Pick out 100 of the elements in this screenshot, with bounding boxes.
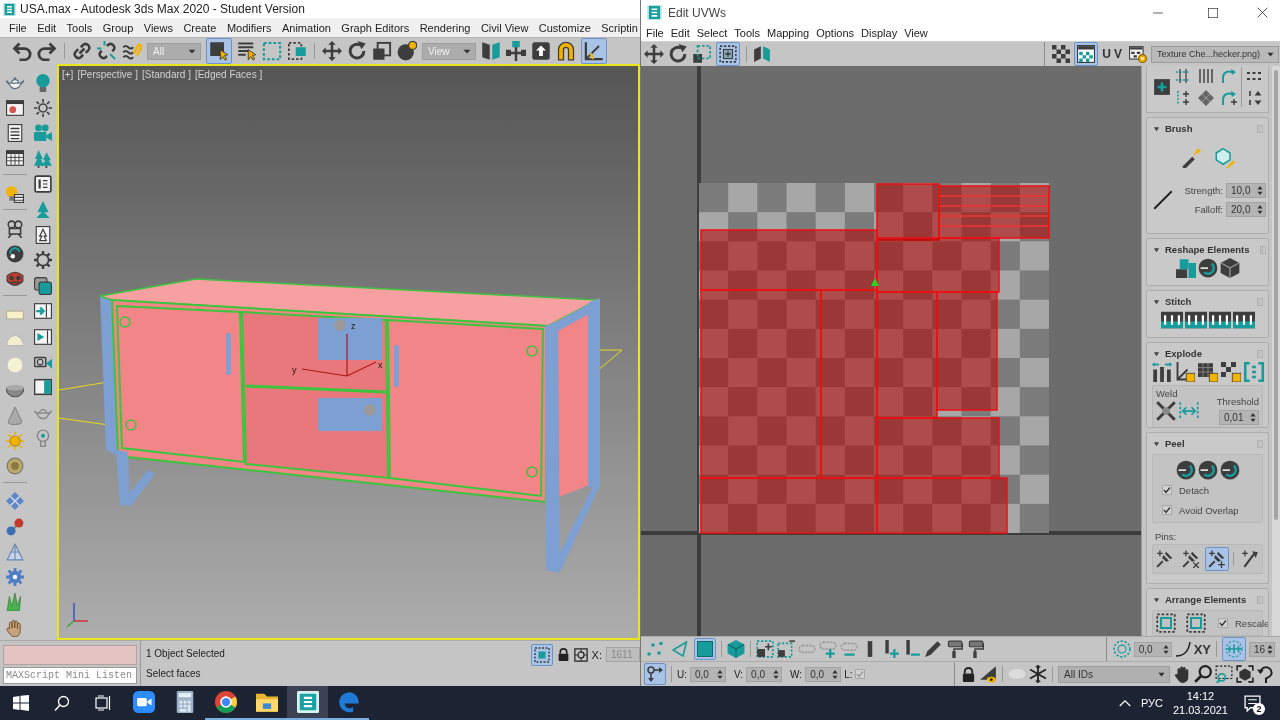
cube-icon[interactable] bbox=[727, 640, 745, 658]
notifications-button[interactable]: 2 bbox=[1238, 686, 1266, 720]
coordinate-field[interactable]: 0,0 bbox=[690, 666, 726, 682]
isolate-button[interactable] bbox=[530, 643, 553, 666]
side-panel-window-icon[interactable] bbox=[33, 378, 52, 397]
stitch-strip-icon[interactable] bbox=[1232, 309, 1255, 331]
cog-icon[interactable] bbox=[5, 568, 24, 586]
stitch-strip-icon[interactable] bbox=[1184, 309, 1207, 331]
axis-mode-label[interactable]: XY bbox=[1193, 641, 1211, 657]
grid-sheet-icon[interactable] bbox=[5, 149, 24, 168]
sun-outline-icon[interactable] bbox=[33, 99, 52, 118]
viewport-label[interactable]: [Perspective ] bbox=[77, 69, 138, 80]
cube-brush-icon[interactable] bbox=[1214, 148, 1235, 168]
menu-item[interactable]: Edit bbox=[670, 27, 690, 39]
list-cursor-icon[interactable] bbox=[237, 41, 257, 61]
curved-arrow-plus-icon[interactable] bbox=[1221, 90, 1237, 106]
rollout-title[interactable]: Reshape Elements bbox=[1165, 244, 1250, 255]
scrollbar-thumb[interactable] bbox=[1274, 70, 1278, 520]
four-panes-icon[interactable] bbox=[12, 695, 29, 711]
vertical-lines-icon[interactable] bbox=[1198, 68, 1214, 84]
plus-tile-icon[interactable] bbox=[1153, 78, 1171, 96]
render-window-icon[interactable] bbox=[5, 98, 24, 117]
bar-plus-icon[interactable] bbox=[882, 640, 900, 658]
search-icon[interactable] bbox=[53, 695, 70, 711]
move-arrows-icon[interactable] bbox=[644, 44, 664, 64]
rotate-arrow-icon[interactable] bbox=[347, 41, 367, 61]
menu-item[interactable]: Options bbox=[816, 27, 855, 39]
coordinate-field[interactable]: 0,0 bbox=[805, 666, 842, 682]
menu-item[interactable]: Scriptin bbox=[601, 21, 638, 34]
collapse-triangle-icon[interactable] bbox=[1153, 440, 1160, 447]
loop-arrow-icon[interactable] bbox=[1257, 665, 1275, 683]
zoom-region-icon[interactable] bbox=[1215, 665, 1233, 683]
dark-sphere-icon[interactable] bbox=[5, 245, 24, 264]
freeform-mode-button[interactable] bbox=[716, 42, 740, 66]
cube-icon[interactable] bbox=[1219, 258, 1240, 278]
tree-document-icon[interactable] bbox=[33, 226, 52, 245]
viewport-label[interactable]: [+] bbox=[62, 69, 74, 80]
cube-frame-icon[interactable] bbox=[1236, 665, 1254, 683]
collapse-triangle-icon[interactable] bbox=[1153, 246, 1160, 253]
align-cross-icon[interactable] bbox=[506, 41, 526, 61]
clock-time[interactable]: 14:12 bbox=[1186, 690, 1215, 702]
stacked-squares-icon[interactable] bbox=[33, 276, 52, 295]
sphere-dot-icon[interactable] bbox=[397, 41, 417, 61]
target-square-icon[interactable] bbox=[573, 647, 588, 662]
bar-minus-icon[interactable] bbox=[903, 640, 921, 658]
listener-input[interactable]: MAXScript Mini Listen bbox=[3, 667, 137, 684]
mirror-panels-icon[interactable] bbox=[481, 41, 501, 61]
stitch-strip-icon[interactable] bbox=[1208, 309, 1231, 331]
checkbox[interactable] bbox=[1162, 485, 1172, 495]
window-gear-icon[interactable] bbox=[1129, 45, 1147, 63]
up-arrow-square-icon[interactable] bbox=[531, 41, 551, 61]
stitch-strip-icon[interactable] bbox=[1160, 309, 1183, 331]
rotate-arrow-icon[interactable] bbox=[668, 44, 688, 64]
scrollbar[interactable] bbox=[1272, 66, 1280, 636]
dashed-lines-icon[interactable] bbox=[1175, 68, 1191, 84]
menu-item[interactable]: Tools bbox=[734, 27, 760, 39]
rollout-title[interactable]: Stitch bbox=[1165, 296, 1192, 307]
brush-icon[interactable] bbox=[1180, 148, 1201, 168]
padlock-icon[interactable] bbox=[556, 648, 570, 661]
scale-squares-icon[interactable] bbox=[372, 41, 392, 61]
listener-output-field[interactable] bbox=[3, 645, 137, 665]
angle-grid-icon[interactable] bbox=[1174, 362, 1195, 382]
paint-roller-icon[interactable] bbox=[945, 640, 963, 658]
list-sheet-icon[interactable] bbox=[5, 124, 24, 143]
viewport-label[interactable]: [Edged Faces ] bbox=[194, 69, 263, 80]
collapse-triangle-icon[interactable] bbox=[1153, 350, 1160, 357]
collapse-triangle-icon[interactable] bbox=[1153, 298, 1160, 305]
dashed-frame-icon[interactable] bbox=[1156, 613, 1176, 633]
uv-mode-label[interactable]: UV bbox=[1102, 47, 1125, 61]
menu-item[interactable]: Graph Editors bbox=[341, 21, 410, 34]
checker-pattern-icon[interactable] bbox=[1052, 45, 1071, 63]
id-filter-dropdown[interactable]: All IDs bbox=[1058, 665, 1170, 683]
menu-item[interactable]: Rendering bbox=[419, 21, 471, 34]
broken-chain-icon[interactable] bbox=[97, 41, 117, 61]
checkbox[interactable] bbox=[855, 669, 866, 679]
dashed-square-minus-icon[interactable] bbox=[777, 640, 795, 658]
ring-icon[interactable] bbox=[5, 457, 24, 476]
paintbrush-icon[interactable] bbox=[924, 640, 942, 658]
menu-item[interactable]: Group bbox=[102, 21, 134, 34]
cross-tool-icon[interactable] bbox=[1156, 401, 1176, 421]
undo-icon[interactable] bbox=[12, 41, 32, 61]
play-window-icon[interactable] bbox=[33, 327, 52, 346]
spinner-field[interactable]: 0,0 bbox=[1133, 641, 1172, 657]
window-stack-icon[interactable] bbox=[94, 695, 111, 711]
paint-roller-icon[interactable] bbox=[966, 640, 984, 658]
language-indicator[interactable]: РУС bbox=[1140, 697, 1163, 709]
menu-item[interactable]: View bbox=[904, 27, 928, 39]
tiles-icon[interactable] bbox=[5, 492, 24, 511]
menu-item[interactable]: Mapping bbox=[766, 27, 810, 39]
select-object-button[interactable] bbox=[206, 38, 232, 64]
viewport[interactable]: z y x [+] [Perspective ] [Standard ] [Edged Faces ] bbox=[57, 64, 640, 640]
collapse-triangle-icon[interactable] bbox=[1153, 596, 1160, 603]
menu-item[interactable]: Create bbox=[183, 21, 217, 34]
collapse-triangle-icon[interactable] bbox=[1153, 125, 1160, 132]
move-arrows-icon[interactable] bbox=[322, 41, 342, 61]
panel-window-icon[interactable] bbox=[33, 175, 52, 194]
mirror-book-icon[interactable] bbox=[753, 45, 771, 63]
hand-icon[interactable] bbox=[1173, 665, 1191, 683]
bulb-list-icon[interactable] bbox=[5, 184, 24, 203]
wave-chain-icon[interactable] bbox=[122, 41, 142, 61]
